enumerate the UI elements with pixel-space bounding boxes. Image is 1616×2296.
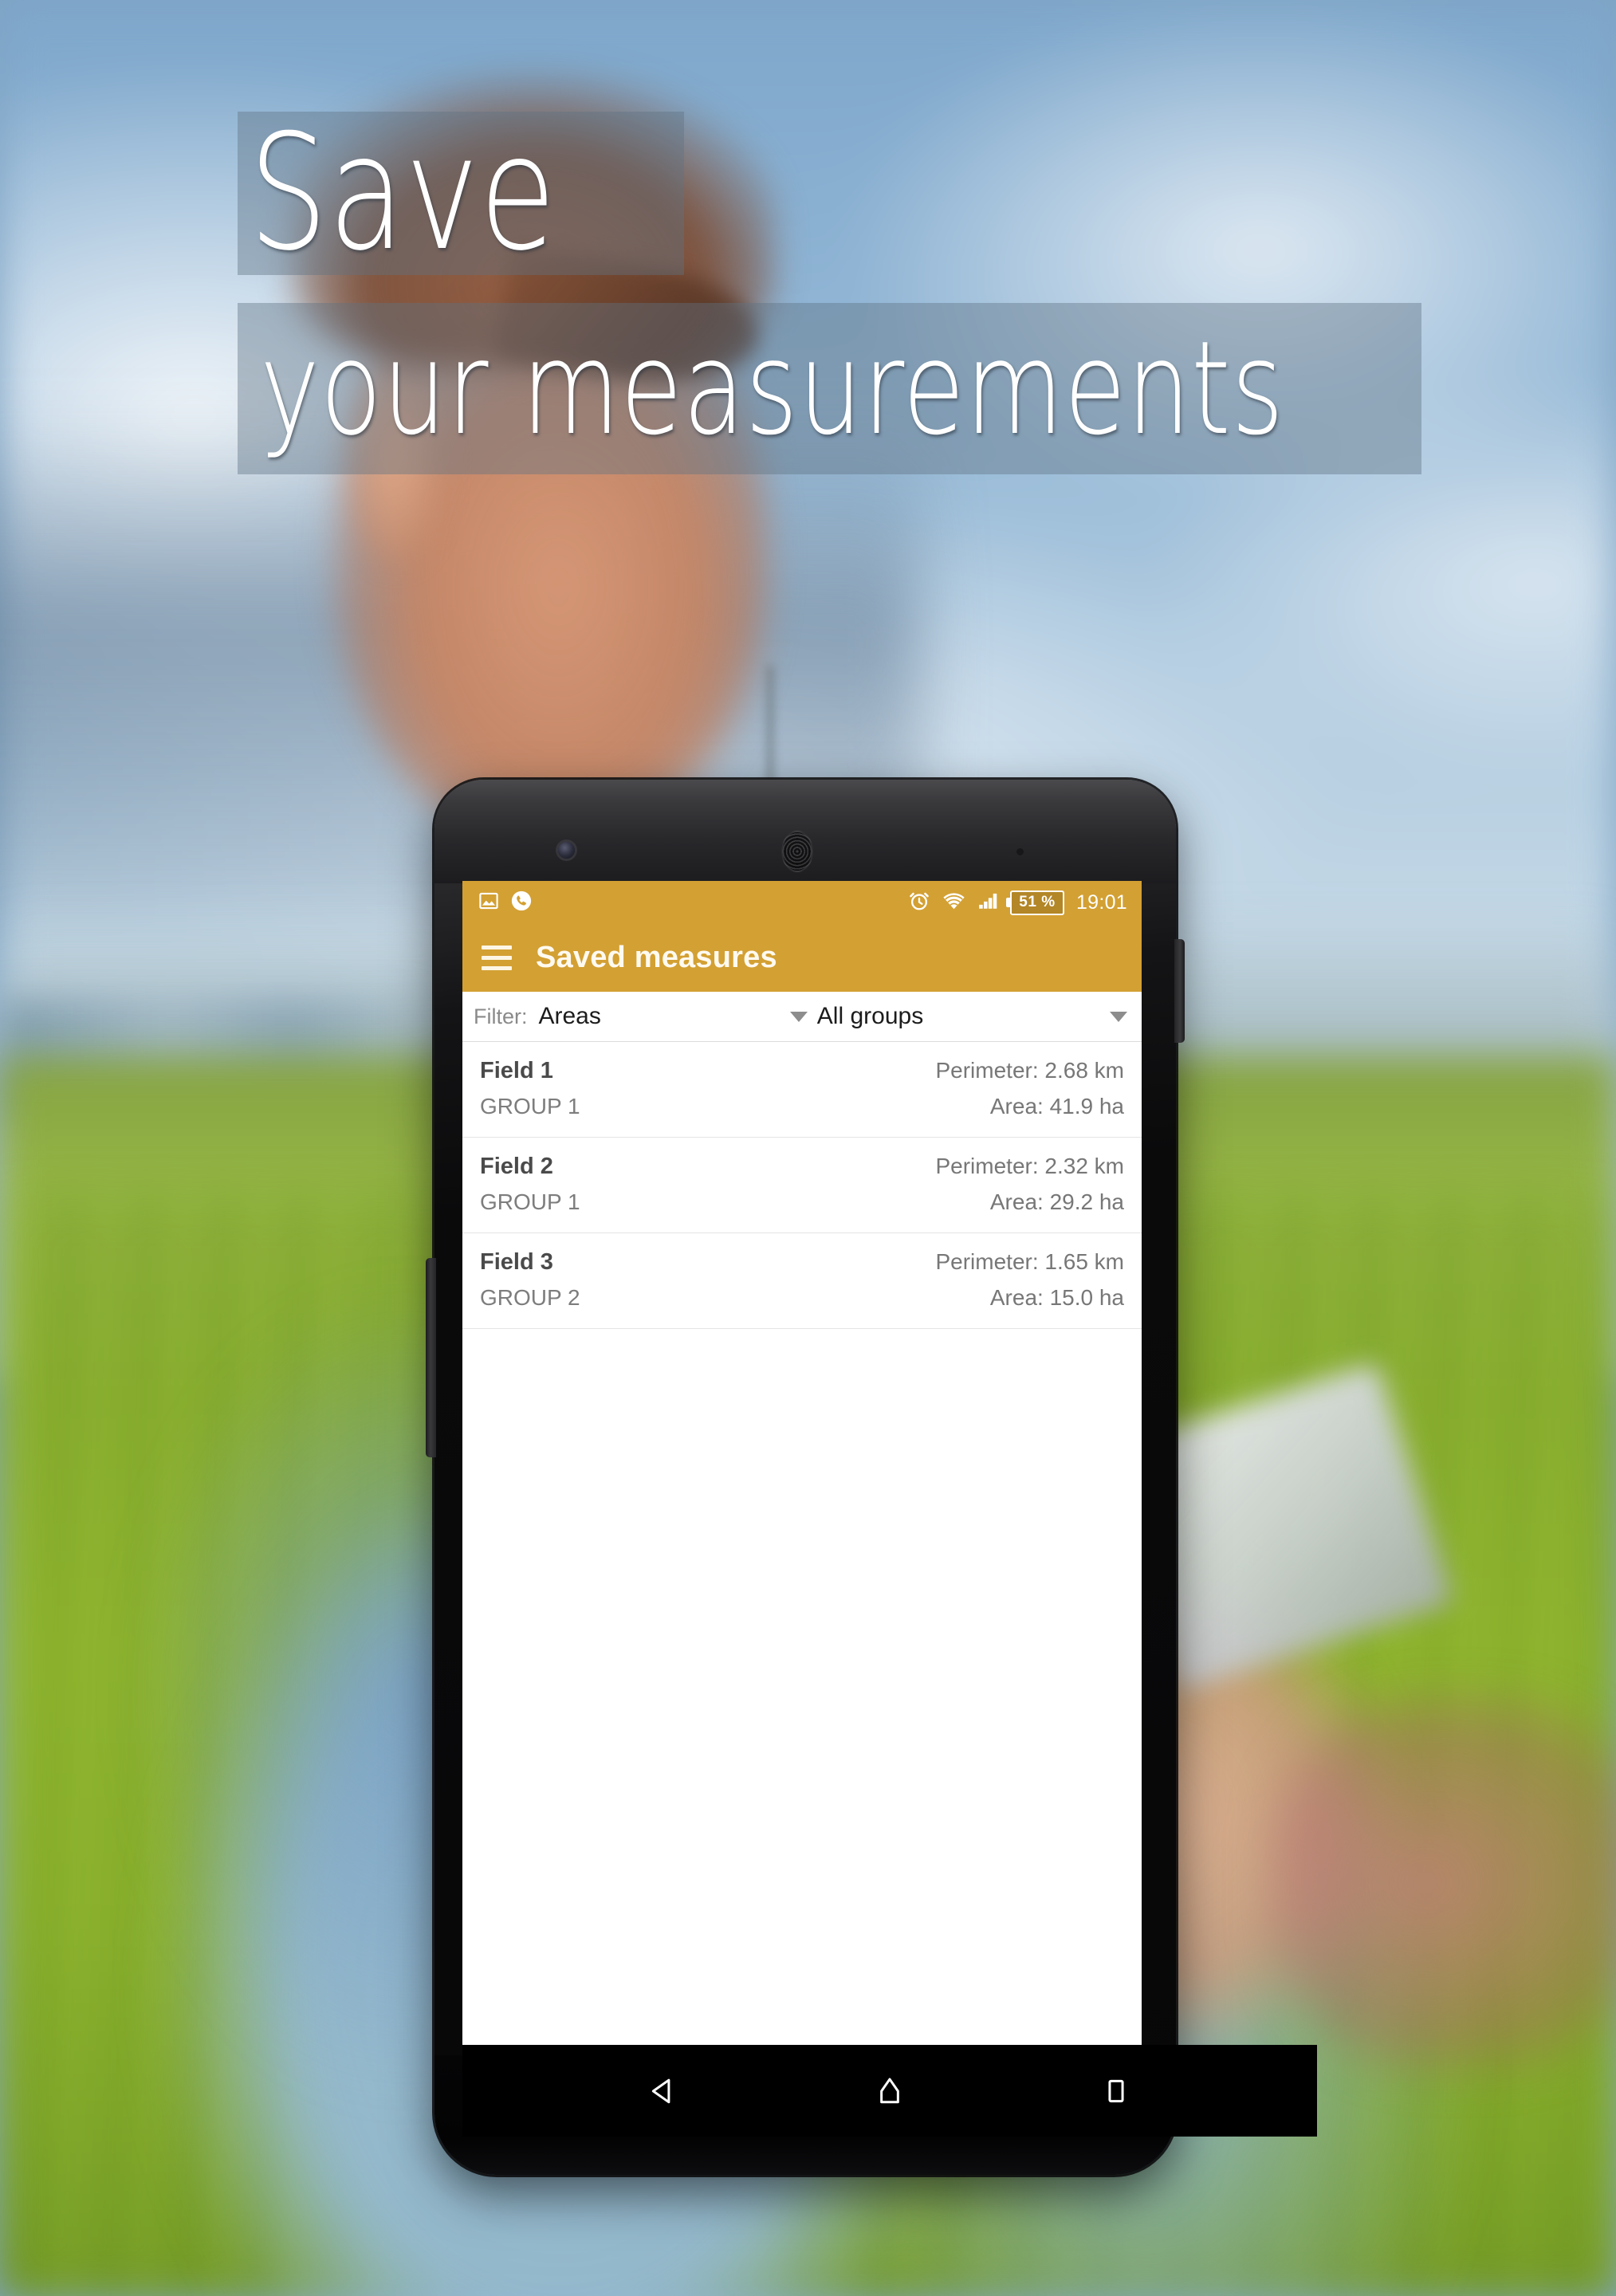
saved-measures-list: Field 1 Perimeter: 2.68 km GROUP 1 Area:… (462, 1042, 1142, 1329)
group-filter-dropdown[interactable]: All groups (817, 1003, 1129, 1030)
phone-call-icon (510, 890, 533, 916)
back-icon[interactable] (635, 2062, 692, 2120)
headline-line-1: Save (249, 100, 557, 286)
measure-name: Field 2 (480, 1154, 553, 1179)
chevron-down-icon (789, 1011, 808, 1022)
measure-type-dropdown[interactable]: Areas (539, 1003, 817, 1030)
status-bar-left-icons (478, 890, 533, 916)
measure-name: Field 3 (480, 1249, 553, 1275)
table-row[interactable]: Field 3 Perimeter: 1.65 km GROUP 2 Area:… (462, 1233, 1142, 1329)
battery-percent-label: 51 % (1019, 894, 1056, 910)
headline-line-2: your measurements (260, 313, 1285, 464)
table-row[interactable]: Field 2 Perimeter: 2.32 km GROUP 1 Area:… (462, 1138, 1142, 1233)
battery-indicator: 51 % (1009, 890, 1064, 915)
measure-group: GROUP 1 (480, 1094, 580, 1119)
chevron-down-icon (1110, 1011, 1127, 1022)
table-row[interactable]: Field 1 Perimeter: 2.68 km GROUP 1 Area:… (462, 1042, 1142, 1138)
measure-group: GROUP 1 (480, 1189, 580, 1214)
measure-perimeter: Perimeter: 1.65 km (935, 1249, 1124, 1274)
measure-area: Area: 29.2 ha (989, 1189, 1124, 1214)
proximity-sensor-icon (1016, 848, 1024, 855)
hamburger-icon[interactable] (482, 942, 512, 973)
measure-perimeter: Perimeter: 2.32 km (935, 1154, 1124, 1178)
filter-label: Filter: (474, 1004, 528, 1028)
group-filter-value: All groups (816, 1003, 924, 1029)
front-camera-icon (558, 842, 575, 859)
status-bar-right-icons: 51 % 19:01 (908, 890, 1127, 916)
measure-area: Area: 41.9 ha (989, 1094, 1124, 1119)
power-button[interactable] (1174, 939, 1185, 1043)
filter-bar: Filter: Areas All groups (462, 992, 1142, 1042)
headline-box-secondary: your measurements (238, 303, 1421, 474)
promo-screenshot: Save your measurements 51 % 19:01 Saved … (0, 0, 1616, 2296)
signal-icon (977, 891, 998, 914)
phone-device: 51 % 19:01 Saved measures Filter: Areas (426, 780, 1317, 2175)
recents-icon[interactable] (1087, 2062, 1145, 2120)
page-title: Saved measures (536, 941, 777, 974)
earpiece-speaker-icon (781, 831, 813, 872)
background-sleeve (1276, 1699, 1616, 2066)
volume-button[interactable] (426, 1258, 436, 1457)
measure-type-value: Areas (538, 1003, 601, 1029)
alarm-icon (908, 890, 930, 916)
phone-screen: 51 % 19:01 Saved measures Filter: Areas (462, 881, 1142, 2045)
status-bar: 51 % 19:01 (462, 881, 1142, 924)
clock-label: 19:01 (1075, 890, 1127, 914)
home-icon[interactable] (861, 2062, 918, 2120)
app-bar: Saved measures (462, 924, 1142, 992)
wifi-icon (942, 891, 965, 914)
android-navigation-bar (462, 2045, 1317, 2137)
measure-perimeter: Perimeter: 2.68 km (935, 1058, 1124, 1083)
headline-box-primary: Save (238, 112, 684, 275)
screenshot-icon (478, 890, 499, 915)
measure-group: GROUP 2 (480, 1285, 580, 1310)
measure-area: Area: 15.0 ha (989, 1285, 1124, 1310)
measure-name: Field 1 (480, 1058, 553, 1083)
